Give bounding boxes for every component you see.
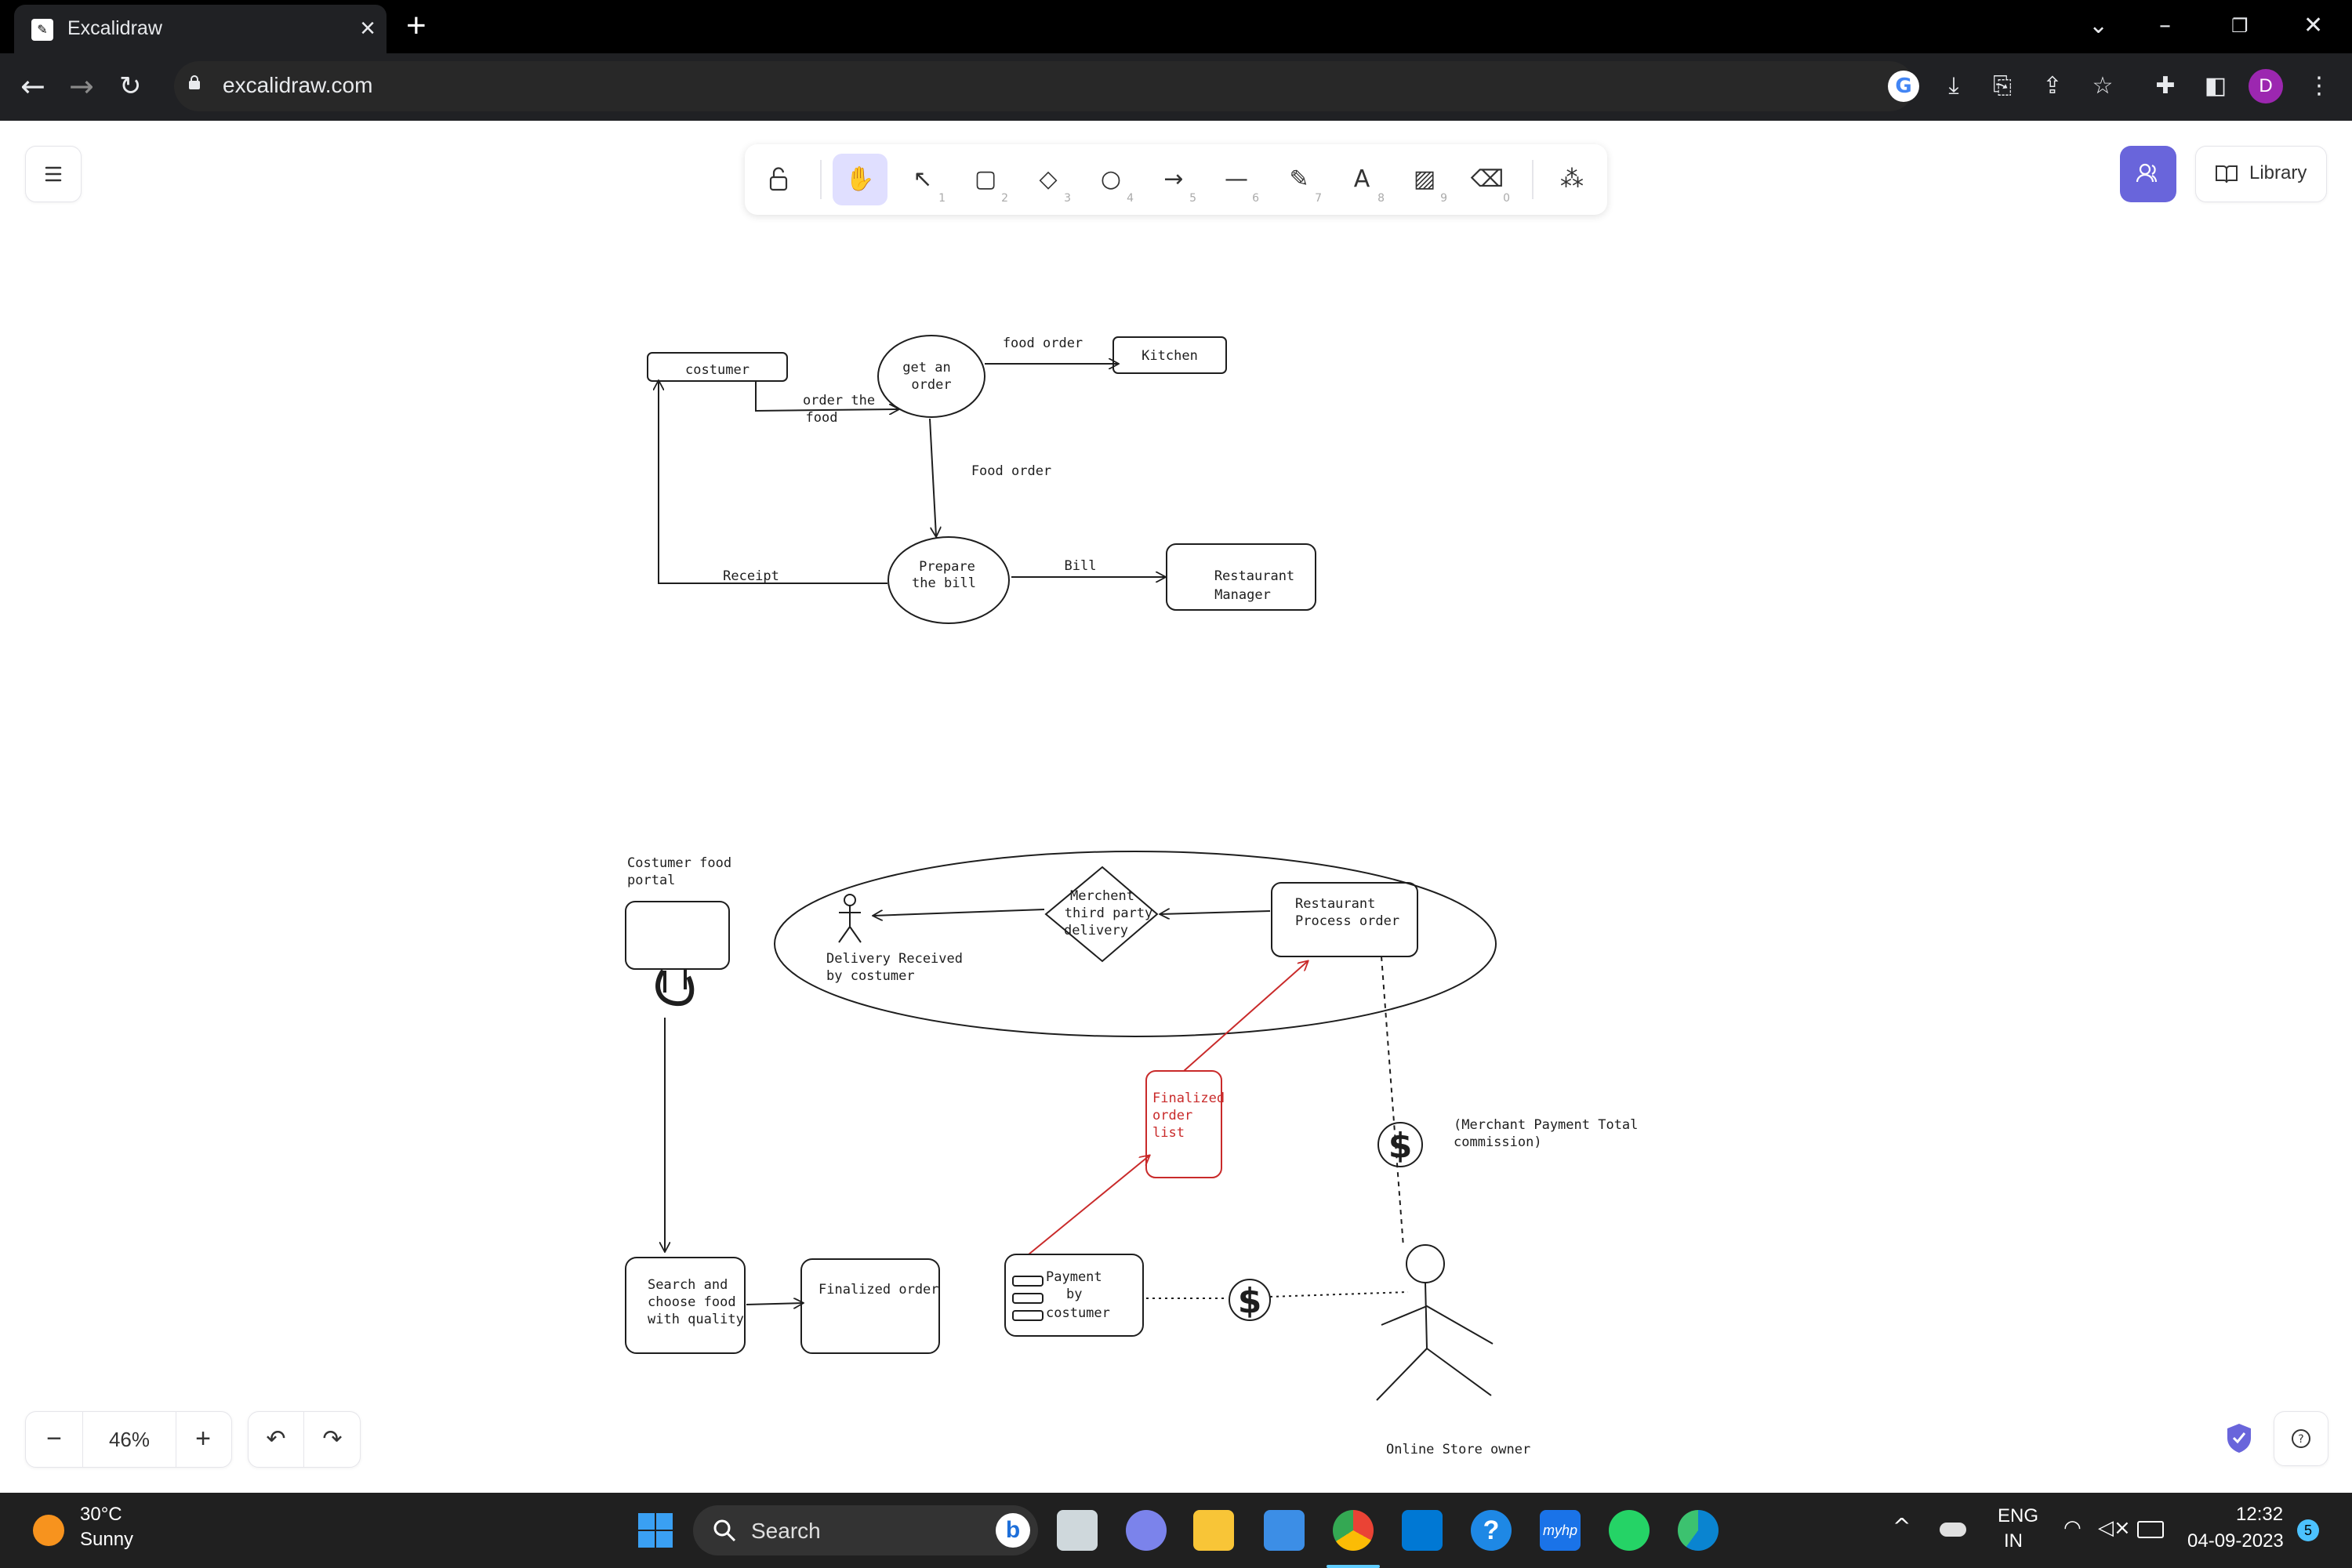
order-food-label-1: order the <box>803 393 875 408</box>
delivery-label-1: Delivery Received <box>826 951 963 967</box>
customer-portal-box[interactable] <box>625 901 730 970</box>
food-order-top-label: food order <box>1003 336 1083 351</box>
vscode-icon[interactable] <box>1402 1510 1443 1551</box>
order-food-label-2: food <box>806 410 838 426</box>
finalized-list-box[interactable] <box>1145 1070 1222 1178</box>
svg-text:?: ? <box>2298 1433 2303 1446</box>
help-app-icon[interactable]: ? <box>1471 1510 1512 1551</box>
weather-temperature[interactable]: 30°C <box>80 1504 122 1526</box>
delivery-stick-figure <box>838 894 862 943</box>
merchant-label-1: Merchent <box>1070 888 1134 904</box>
card-icon <box>1012 1310 1044 1321</box>
prepare-bill-label-1: Prepare <box>919 559 975 575</box>
get-order-label-1: get an <box>902 360 950 376</box>
food-order-mid-label: Food order <box>971 463 1051 479</box>
microsoft-store-icon[interactable] <box>1264 1510 1305 1551</box>
language-region[interactable]: IN <box>2004 1530 2023 1552</box>
bill-label: Bill <box>1065 558 1097 574</box>
payment-label-3: costumer <box>1046 1305 1110 1321</box>
restaurant-label-2: Process order <box>1295 913 1399 929</box>
weather-description[interactable]: Sunny <box>80 1529 133 1551</box>
merchant-label-2: third party <box>1065 906 1153 921</box>
chrome-icon[interactable] <box>1333 1510 1374 1551</box>
portal-scribble-lines <box>663 969 687 993</box>
zoom-in-button[interactable]: + <box>175 1412 231 1467</box>
clock-date[interactable]: 04-09-2023 <box>2187 1530 2284 1552</box>
myhp-icon[interactable]: myhp <box>1540 1510 1581 1551</box>
red-arrow-to-restaurant[interactable] <box>1183 961 1308 1072</box>
notification-badge[interactable]: 5 <box>2297 1519 2319 1541</box>
teams-chat-icon[interactable] <box>1126 1510 1167 1551</box>
battery-icon[interactable] <box>2137 1521 2164 1538</box>
payment-dollar-sign: $ <box>1238 1281 1262 1321</box>
undo-icon[interactable]: ↶ <box>249 1412 304 1467</box>
finalized-list-label-3: list <box>1152 1125 1185 1141</box>
process-ellipse[interactable] <box>774 851 1497 1037</box>
search-label-3: with quality <box>648 1312 744 1327</box>
clock-time[interactable]: 12:32 <box>2236 1504 2283 1526</box>
redo-icon[interactable]: ↷ <box>305 1412 360 1467</box>
store-owner-stick-figure <box>1376 1244 1494 1401</box>
search-label-2: choose food <box>648 1294 736 1310</box>
dotted-payment-line[interactable] <box>1146 1291 1409 1299</box>
manager-label-2: Manager <box>1214 587 1271 603</box>
merchant-label-3: delivery <box>1064 923 1128 938</box>
delivery-label-2: by costumer <box>826 968 915 984</box>
help-button[interactable]: ? <box>2274 1411 2328 1466</box>
task-view-icon[interactable] <box>1057 1510 1098 1551</box>
taskbar-search-box[interactable]: Search b <box>693 1505 1038 1555</box>
delivery-arrow[interactable] <box>873 909 1045 916</box>
active-app-indicator <box>1327 1565 1380 1568</box>
card-icon <box>1012 1276 1044 1287</box>
finalized-order-label: Finalized order <box>818 1282 939 1298</box>
finalized-list-label-1: Finalized <box>1152 1091 1225 1106</box>
zoom-out-button[interactable]: − <box>26 1412 82 1467</box>
dashed-commission-line[interactable] <box>1381 956 1404 1247</box>
search-icon <box>713 1519 736 1542</box>
commission-label-1: (Merchant Payment Total <box>1454 1117 1638 1133</box>
zoom-level[interactable]: 46% <box>82 1412 176 1467</box>
commission-label-2: commission) <box>1454 1134 1542 1150</box>
language-code[interactable]: ENG <box>1998 1505 2038 1527</box>
receipt-label: Receipt <box>723 568 779 584</box>
prepare-bill-label-2: the bill <box>912 575 976 591</box>
finalized-list-label-2: order <box>1152 1108 1192 1123</box>
merchant-arrow[interactable] <box>1160 911 1271 914</box>
taskbar-search-label: Search <box>751 1519 821 1543</box>
file-explorer-icon[interactable] <box>1193 1510 1234 1551</box>
get-order-circle[interactable] <box>877 335 985 418</box>
search-to-finalized-arrow[interactable] <box>746 1303 803 1305</box>
onedrive-cloud-icon[interactable] <box>1940 1523 1966 1537</box>
card-icon <box>1012 1293 1044 1304</box>
kitchen-label: Kitchen <box>1142 348 1198 364</box>
whatsapp-icon[interactable] <box>1609 1510 1650 1551</box>
customer-label: costumer <box>685 362 750 378</box>
food-order-down-arrow[interactable] <box>929 418 936 536</box>
drawing-canvas[interactable]: costumer get an order Kitchen food order… <box>0 0 2352 1568</box>
zoom-controls: − 46% + <box>25 1411 232 1468</box>
wifi-icon[interactable]: ◠ <box>2063 1516 2082 1540</box>
bing-icon[interactable]: b <box>996 1513 1030 1548</box>
question-icon: ? <box>2292 1429 2310 1448</box>
show-hidden-icons-icon[interactable]: ^ <box>1893 1513 1911 1539</box>
restaurant-label-1: Restaurant <box>1295 896 1375 912</box>
owner-label: Online Store owner <box>1386 1442 1530 1457</box>
portal-label-1: Costumer food <box>627 855 731 871</box>
manager-label-1: Restaurant <box>1214 568 1294 584</box>
search-label-1: Search and <box>648 1277 728 1293</box>
speaker-muted-icon[interactable]: ◁× <box>2098 1516 2131 1540</box>
red-arrow-to-list[interactable] <box>1028 1156 1149 1255</box>
payment-label-2: by <box>1066 1287 1082 1302</box>
portal-label-2: portal <box>627 873 675 888</box>
get-order-label-2: order <box>911 377 951 393</box>
undo-redo-controls: ↶ ↷ <box>248 1411 361 1468</box>
finalized-order-box[interactable] <box>800 1258 940 1354</box>
windows-taskbar: 30°C Sunny Search b ? myhp ^ ENG IN ◠ ◁×… <box>0 1493 2352 1568</box>
payment-label-1: Payment <box>1046 1269 1102 1285</box>
sun-weather-icon[interactable] <box>33 1515 64 1546</box>
edge-icon[interactable] <box>1678 1510 1719 1551</box>
commission-dollar-sign: $ <box>1388 1126 1413 1166</box>
encryption-shield-icon[interactable] <box>2225 1422 2253 1454</box>
windows-start-icon[interactable] <box>637 1512 674 1549</box>
